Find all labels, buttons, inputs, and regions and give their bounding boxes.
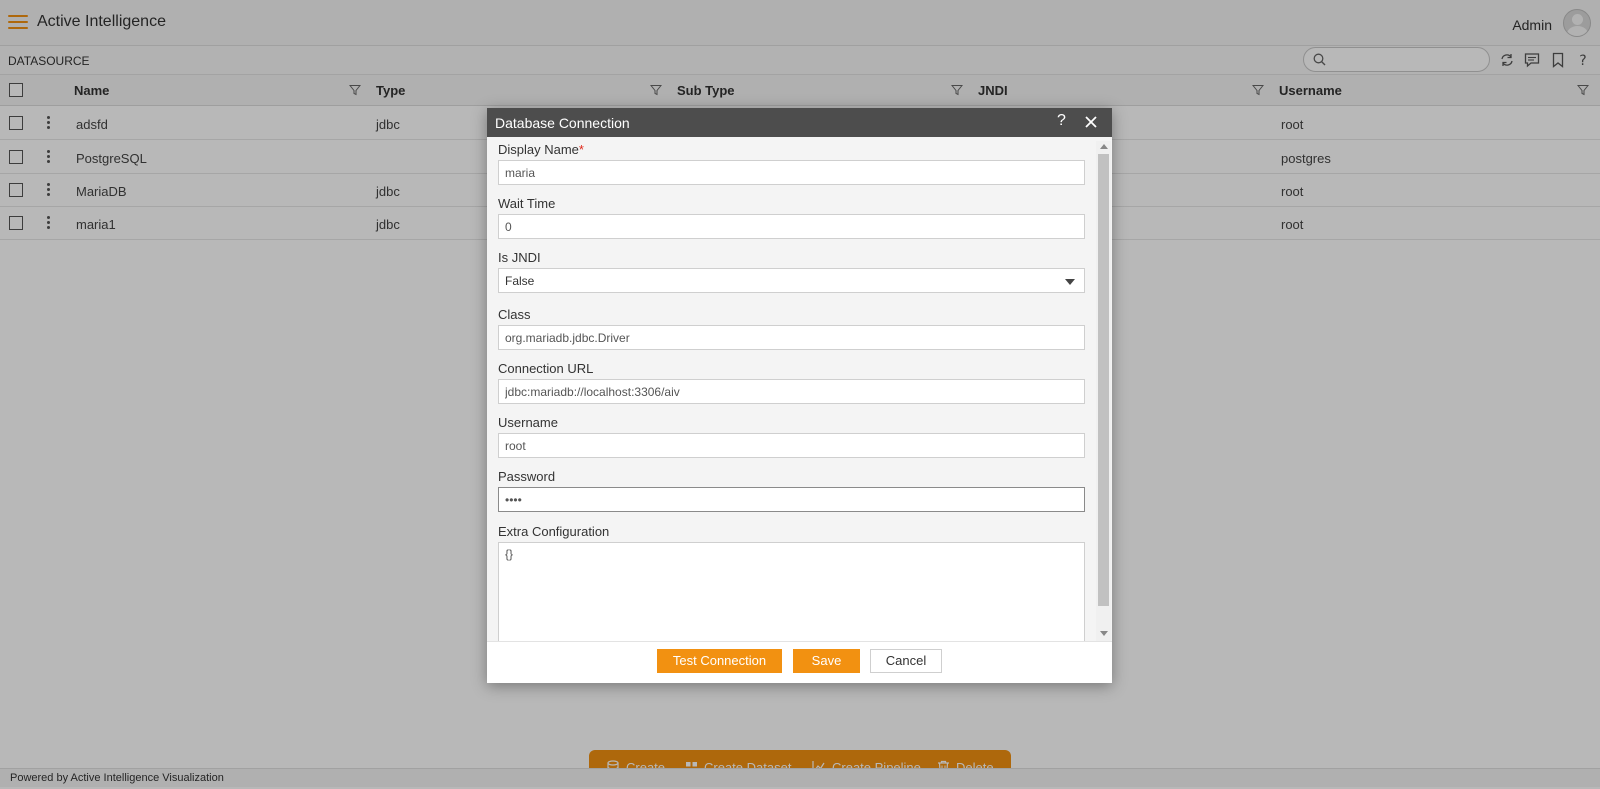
extra-configuration-field[interactable]: {} (498, 542, 1085, 641)
class-field[interactable] (498, 325, 1085, 350)
close-icon[interactable] (1084, 115, 1098, 129)
connection-form: Display Name* Wait Time Is JNDI False Cl… (498, 137, 1085, 641)
wait-time-field[interactable] (498, 214, 1085, 239)
dialog-title: Database Connection (495, 115, 630, 131)
connection-url-label: Connection URL (498, 361, 594, 376)
is-jndi-select[interactable]: False (498, 268, 1085, 293)
display-name-label: Display Name* (498, 142, 584, 157)
extra-configuration-label: Extra Configuration (498, 524, 610, 539)
wait-time-label: Wait Time (498, 196, 556, 211)
scroll-thumb[interactable] (1098, 154, 1109, 606)
dialog-help-icon[interactable]: ? (1057, 112, 1066, 130)
test-connection-button[interactable]: Test Connection (657, 649, 782, 673)
username-label: Username (498, 415, 558, 430)
connection-url-field[interactable] (498, 379, 1085, 404)
class-label: Class (498, 307, 531, 322)
dialog-header: Database Connection ? (487, 108, 1112, 137)
display-name-label-text: Display Name (498, 142, 579, 157)
cancel-button[interactable]: Cancel (870, 649, 942, 673)
password-label: Password (498, 469, 556, 484)
database-connection-dialog: Database Connection ? Display Name* Wait… (487, 108, 1112, 683)
display-name-field[interactable] (498, 160, 1085, 185)
chevron-down-icon (1065, 279, 1075, 285)
is-jndi-value: False (505, 274, 535, 288)
dialog-footer: Test Connection Save Cancel (487, 641, 1112, 683)
password-field[interactable] (498, 487, 1085, 512)
save-button[interactable]: Save (793, 649, 860, 673)
scroll-up-icon[interactable] (1100, 144, 1108, 149)
is-jndi-label: Is JNDI (498, 250, 541, 265)
required-mark: * (578, 142, 584, 157)
dialog-scrollbar[interactable] (1096, 141, 1111, 641)
username-field[interactable] (498, 433, 1085, 458)
scroll-down-icon[interactable] (1100, 631, 1108, 636)
